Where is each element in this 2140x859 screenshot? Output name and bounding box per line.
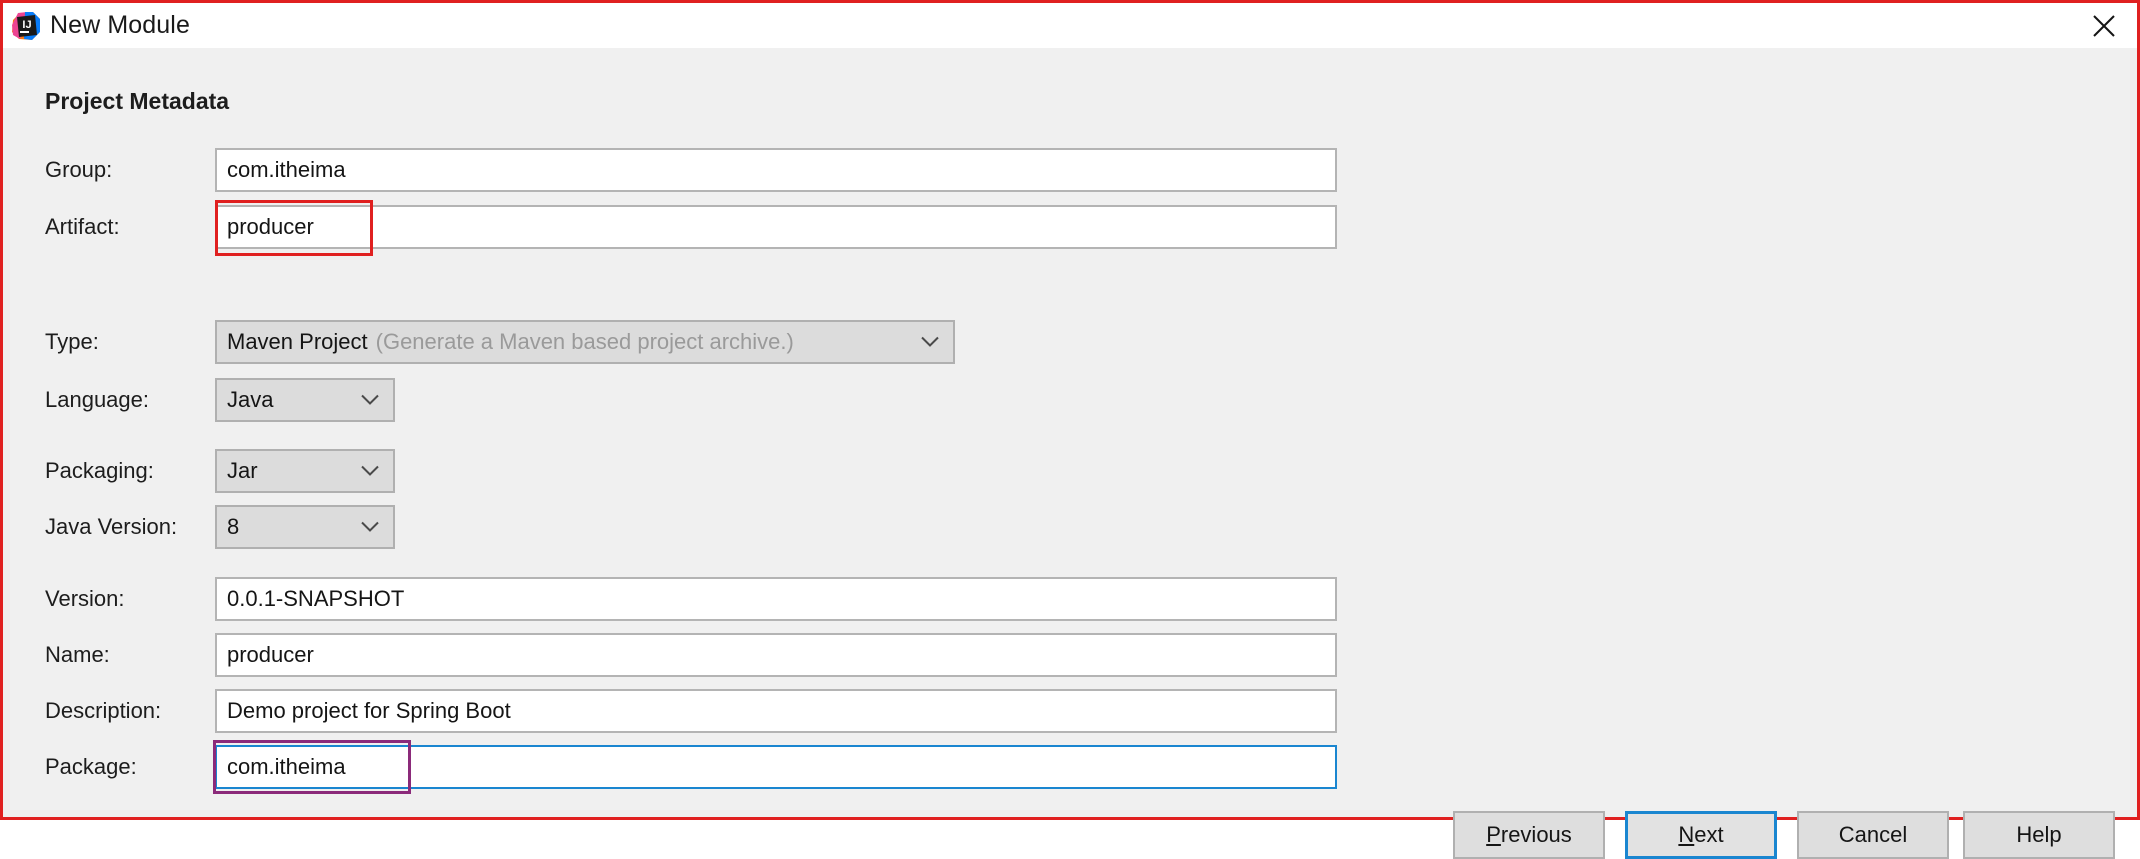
- type-label: Type:: [45, 329, 99, 354]
- description-input[interactable]: Demo project for Spring Boot: [215, 689, 1337, 733]
- language-value: Java: [227, 387, 274, 412]
- previous-mnemonic: P: [1486, 822, 1501, 847]
- group-label: Group:: [45, 157, 113, 182]
- packaging-combobox[interactable]: Jar: [215, 449, 395, 493]
- previous-button-label: Previous: [1486, 822, 1572, 847]
- dialog-titlebar: IJ New Module: [3, 3, 2137, 48]
- packaging-label: Packaging:: [45, 458, 154, 483]
- close-icon[interactable]: [2081, 6, 2127, 46]
- package-label: Package:: [45, 754, 137, 779]
- java-version-label: Java Version:: [45, 514, 178, 539]
- name-label: Name:: [45, 642, 110, 667]
- chevron-down-icon: [361, 521, 379, 533]
- type-hint: (Generate a Maven based project archive.…: [375, 329, 794, 354]
- package-input[interactable]: com.itheima: [215, 745, 1337, 789]
- section-title-project-metadata: Project Metadata: [45, 88, 230, 114]
- group-input[interactable]: com.itheima: [215, 148, 1337, 192]
- dialog-content: Project Metadata Group: com.itheima Arti…: [3, 48, 2137, 859]
- name-input[interactable]: producer: [215, 633, 1337, 677]
- next-mnemonic: N: [1678, 822, 1695, 847]
- description-label: Description:: [45, 698, 162, 723]
- java-version-combobox[interactable]: 8: [215, 505, 395, 549]
- language-label: Language:: [45, 387, 149, 412]
- language-combobox[interactable]: Java: [215, 378, 395, 422]
- new-module-dialog: IJ New Module Project Metadata Group: co…: [0, 0, 2140, 859]
- next-button[interactable]: Next: [1625, 811, 1777, 859]
- artifact-input[interactable]: producer: [215, 205, 1337, 249]
- cancel-button[interactable]: Cancel: [1797, 811, 1949, 859]
- chevron-down-icon: [361, 465, 379, 477]
- dialog-title: New Module: [50, 11, 190, 39]
- type-value: Maven Project: [227, 329, 368, 354]
- type-combobox[interactable]: Maven Project (Generate a Maven based pr…: [215, 320, 955, 364]
- help-button[interactable]: Help: [1963, 811, 2115, 859]
- chevron-down-icon: [361, 394, 379, 406]
- java-version-value: 8: [227, 514, 240, 539]
- version-input[interactable]: 0.0.1-SNAPSHOT: [215, 577, 1337, 621]
- artifact-label: Artifact:: [45, 214, 120, 239]
- version-label: Version:: [45, 586, 125, 611]
- svg-text:IJ: IJ: [22, 19, 31, 31]
- previous-button[interactable]: Previous: [1453, 811, 1605, 859]
- intellij-idea-icon: IJ: [11, 11, 41, 41]
- chevron-down-icon: [921, 336, 939, 348]
- packaging-value: Jar: [227, 458, 258, 483]
- next-button-label: Next: [1678, 822, 1724, 847]
